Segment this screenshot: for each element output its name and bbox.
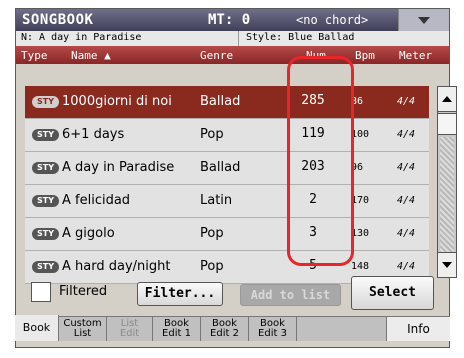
tab-label-line2: Edit 3 (258, 328, 287, 339)
song-meter: 4/4 (397, 162, 416, 173)
list-item[interactable]: STY 6+1 days Pop 119 100 4/4 (25, 119, 429, 152)
list-scrollbar[interactable] (437, 86, 457, 278)
master-transpose: MT: 0 (208, 12, 251, 28)
tab-list-edit[interactable]: List Edit (107, 317, 153, 341)
song-num: 5 (309, 258, 317, 273)
tab-label-line2: List (73, 328, 92, 339)
tab-info[interactable]: Info (386, 317, 450, 341)
song-genre: Ballad (200, 160, 241, 175)
song-bpm: 170 (351, 195, 370, 206)
song-meter: 4/4 (397, 195, 416, 206)
song-bpm: 86 (351, 96, 364, 107)
select-button[interactable]: Select (351, 276, 434, 310)
list-item[interactable]: STY A felicidad Latin 2 170 4/4 (25, 185, 429, 218)
tab-book-edit-1[interactable]: Book Edit 1 (153, 317, 201, 341)
song-num: 285 (301, 93, 325, 108)
column-meter[interactable]: Meter (399, 49, 432, 62)
song-bpm: 96 (351, 162, 364, 173)
song-num: 3 (309, 225, 317, 240)
filtered-checkbox[interactable] (31, 282, 51, 302)
song-name: A felicidad (62, 193, 131, 208)
column-header: Type Name ▲ Genre Num Bpm Meter (16, 46, 449, 64)
song-name: 1000giorni di noi (62, 94, 172, 109)
bottom-controls: Filtered Filter... Add to list Select (15, 272, 450, 312)
style-type-badge: STY (32, 129, 59, 141)
song-genre: Pop (200, 127, 224, 142)
arrow-down-icon (442, 262, 452, 268)
tab-book-edit-2[interactable]: Book Edit 2 (201, 317, 249, 341)
column-type[interactable]: Type (21, 49, 48, 62)
column-genre[interactable]: Genre (200, 49, 233, 62)
tab-label-line2: Edit 1 (162, 328, 191, 339)
style-type-badge: STY (32, 96, 59, 108)
column-bpm[interactable]: Bpm (355, 49, 375, 62)
tab-label-line2: Edit (119, 328, 140, 339)
tab-custom-list[interactable]: Custom List (59, 317, 107, 341)
song-name: 6+1 days (62, 127, 125, 142)
current-song-name: N: A day in Paradise (21, 32, 142, 43)
song-name: A gigolo (62, 226, 115, 241)
song-num: 2 (309, 192, 317, 207)
style-type-badge: STY (32, 228, 59, 240)
song-num: 119 (301, 126, 325, 141)
chord-display: <no chord> (296, 13, 369, 27)
tab-label-line1: Book (22, 321, 51, 334)
title-bar: SONGBOOK MT: 0 <no chord> (16, 9, 449, 31)
scroll-track[interactable] (440, 137, 454, 253)
list-item[interactable]: STY 1000giorni di noi Ballad 285 86 4/4 (25, 86, 429, 119)
song-bpm: 148 (351, 261, 370, 272)
style-type-badge: STY (32, 195, 59, 207)
scroll-up-button[interactable] (438, 87, 456, 112)
chevron-down-icon (418, 16, 430, 24)
tab-book[interactable]: Book (15, 315, 59, 341)
current-style-name: Style: Blue Ballad (246, 32, 355, 43)
tab-label-line2: Edit 2 (210, 328, 239, 339)
list-item[interactable]: STY A gigolo Pop 3 130 4/4 (25, 218, 429, 251)
page-title: SONGBOOK (22, 12, 94, 28)
column-name[interactable]: Name ▲ (71, 49, 111, 62)
scroll-thumb[interactable] (438, 113, 456, 135)
song-bpm: 100 (351, 129, 370, 140)
filter-button[interactable]: Filter... (137, 282, 223, 306)
bottom-tabs: Info Book Custom List List Edit Book Edit 1 Boo… (15, 315, 450, 341)
song-genre: Latin (200, 193, 233, 208)
song-bpm: 130 (351, 228, 370, 239)
song-meter: 4/4 (397, 228, 416, 239)
divider (238, 31, 239, 46)
filtered-label: Filtered (59, 284, 108, 299)
page-menu-button[interactable] (398, 9, 449, 31)
tab-book-edit-3[interactable]: Book Edit 3 (249, 317, 297, 341)
song-genre: Pop (200, 226, 224, 241)
list-item[interactable]: STY A day in Paradise Ballad 203 96 4/4 (25, 152, 429, 185)
column-num[interactable]: Num (306, 49, 326, 62)
song-meter: 4/4 (397, 129, 416, 140)
song-name: A day in Paradise (62, 160, 175, 175)
song-meter: 4/4 (397, 96, 416, 107)
arrow-up-icon (442, 96, 452, 102)
add-to-list-button[interactable]: Add to list (240, 284, 341, 306)
song-num: 203 (301, 159, 325, 174)
info-line: N: A day in Paradise Style: Blue Ballad (16, 31, 449, 47)
song-meter: 4/4 (397, 261, 416, 272)
song-genre: Ballad (200, 94, 241, 109)
style-type-badge: STY (32, 162, 59, 174)
